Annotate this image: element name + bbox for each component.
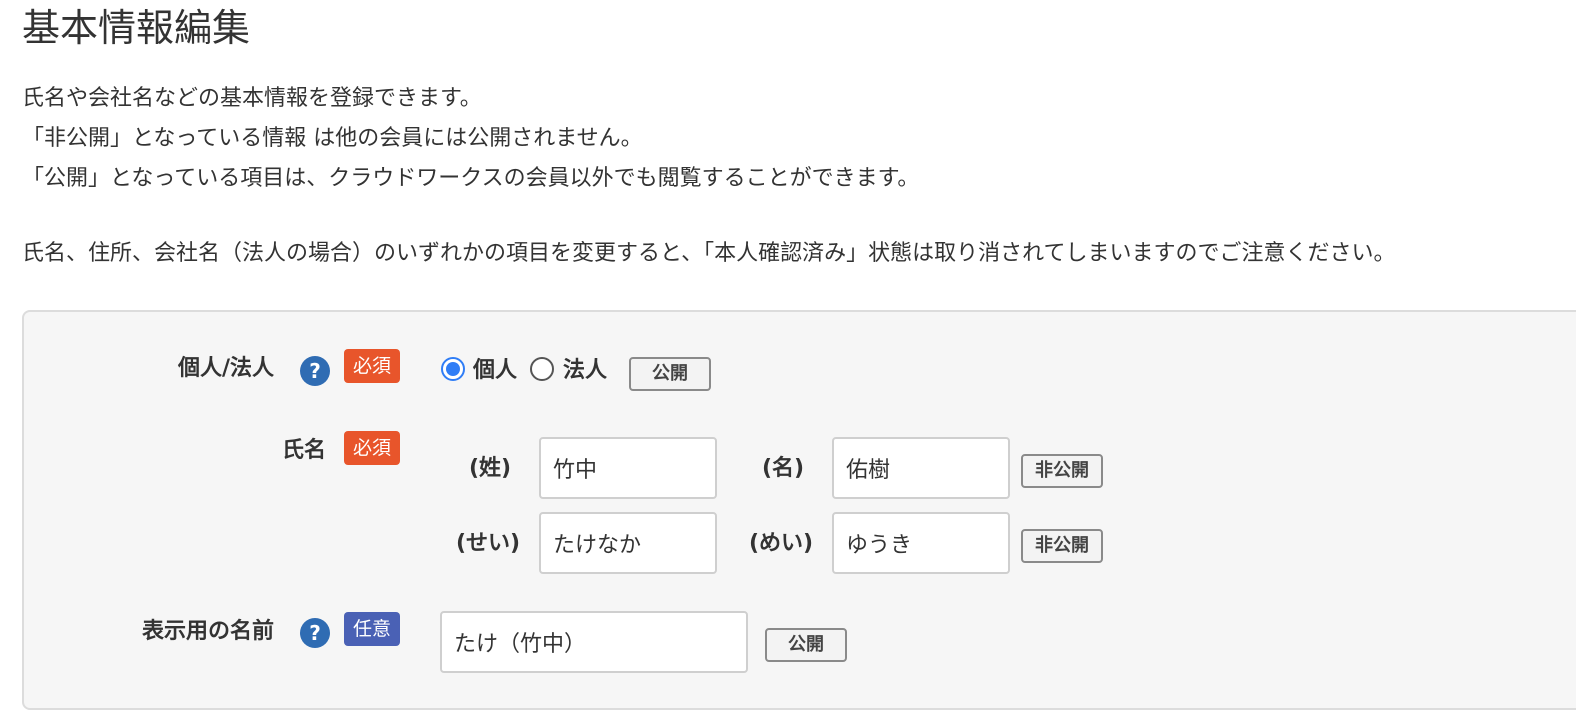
first-kana-label: (めい) [749,531,814,556]
last-kana-input[interactable] [539,512,717,574]
entity-type-label: 個人/法人 [178,356,275,381]
radio-individual-label[interactable]: 個人 [473,356,517,386]
first-kana-input[interactable] [832,512,1010,574]
entity-visibility-button[interactable]: 公開 [629,357,711,391]
question-circle-icon[interactable]: ? [300,618,330,648]
last-name-label: (姓) [469,456,512,481]
change-notice: 氏名、住所、会社名（法人の場合）のいずれかの項目を変更すると、「本人確認済み」状… [22,241,1396,266]
description-line-1: 氏名や会社名などの基本情報を登録できます。 [22,86,482,111]
display-name-visibility-button[interactable]: 公開 [765,628,847,662]
name-label: 氏名 [282,438,327,463]
display-name-input[interactable] [440,611,748,673]
first-name-input[interactable] [832,437,1010,499]
description-line-3: 「公開」となっている項目は、クラウドワークスの会員以外でも閲覧することができます… [22,166,920,191]
radio-corporation-label[interactable]: 法人 [563,356,607,386]
radio-individual[interactable] [441,357,465,381]
kana-visibility-button[interactable]: 非公開 [1021,529,1103,563]
name-visibility-button[interactable]: 非公開 [1021,454,1103,488]
page-title: 基本情報編集 [22,6,251,50]
last-name-input[interactable] [539,437,717,499]
basic-info-form: 個人/法人 ? 必須 個人 法人 公開 氏名 必須 (姓) (名) 非公開 (せ… [22,310,1576,710]
question-circle-icon[interactable]: ? [300,356,330,386]
last-kana-label: (せい) [456,531,521,556]
required-badge: 必須 [344,431,400,465]
required-badge: 必須 [344,349,400,383]
radio-corporation[interactable] [530,357,554,381]
description-line-2: 「非公開」となっている情報 は他の会員には公開されません。 [22,126,643,151]
optional-badge: 任意 [344,612,400,646]
display-name-label: 表示用の名前 [142,619,275,644]
first-name-label: (名) [762,456,805,481]
